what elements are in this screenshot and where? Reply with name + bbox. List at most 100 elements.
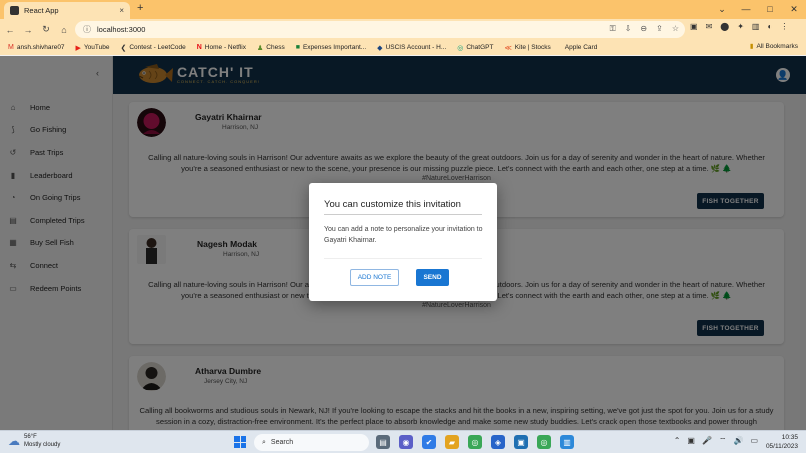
- taskbar-apps: ▤ ◉ ✔ ▰ ◎ ◈ ▣ ◎ ▥: [376, 435, 574, 449]
- system-tray: ⌃ ▣ 🎤 ⌔ 🔊 ▭: [674, 436, 758, 446]
- extension-icon[interactable]: ✉: [706, 22, 713, 31]
- weather-text: 56°F Mostly cloudy: [24, 433, 60, 449]
- onenote-icon[interactable]: ▣: [687, 436, 695, 446]
- battery-icon[interactable]: ▭: [750, 436, 758, 446]
- temperature: 56°F: [24, 434, 37, 440]
- tray-overflow-icon[interactable]: ⌃: [674, 436, 681, 446]
- bookmark-netflix[interactable]: N Home - Netflix: [197, 44, 246, 51]
- chrome-active-icon[interactable]: ◎: [537, 435, 551, 449]
- teams-chat-icon[interactable]: ◉: [399, 435, 413, 449]
- bookmark-label: ChatGPT: [466, 44, 494, 51]
- browser-tab-strip: React App × + ⌄ — □ ✕: [0, 0, 806, 19]
- bookmark-label: Contest - LeetCode: [129, 44, 186, 51]
- clock-time: 10:35: [781, 434, 798, 441]
- site-info-icon[interactable]: ⓘ: [83, 24, 91, 35]
- extension-icon[interactable]: ▣: [690, 22, 698, 31]
- window-controls: ⌄ — □ ✕: [710, 0, 806, 19]
- clock-date: 05/11/2023: [765, 443, 798, 450]
- chrome-menu-icon[interactable]: ⋮: [780, 22, 788, 31]
- bookmark-kite[interactable]: ≪ Kite | Stocks: [504, 44, 550, 52]
- todo-icon[interactable]: ✔: [422, 435, 436, 449]
- omnibox-icons: ⚿ ⇩ ⊖ ⇪ ☆: [610, 24, 679, 34]
- browser-tab[interactable]: React App ×: [4, 2, 130, 19]
- weather-widget[interactable]: ☁ 56°F Mostly cloudy: [8, 433, 60, 449]
- file-explorer-icon[interactable]: ▰: [445, 435, 459, 449]
- bookmarks-bar: Mansh.shivhare07 ▶ YouTube ❮ Contest - Lee…: [0, 40, 806, 55]
- search-placeholder: Search: [270, 439, 294, 446]
- side-panel-icon[interactable]: ▥: [752, 22, 760, 31]
- terminal-icon[interactable]: ▣: [514, 435, 528, 449]
- bookmark-chess[interactable]: ♟ Chess: [257, 44, 285, 52]
- chatgpt-icon: ◎: [457, 44, 464, 52]
- sheets-icon: ■: [295, 44, 300, 51]
- tab-search-icon[interactable]: ⌄: [710, 0, 734, 19]
- bookmark-chatgpt[interactable]: ◎ ChatGPT: [457, 44, 493, 52]
- url-text: localhost:3000: [97, 25, 146, 34]
- microphone-icon[interactable]: 🎤: [702, 436, 712, 446]
- taskbar-search-input[interactable]: ⌕ Search: [254, 434, 369, 451]
- kite-icon: ≪: [504, 44, 512, 52]
- chess-icon: ♟: [256, 44, 264, 52]
- send-button[interactable]: SEND: [416, 269, 449, 286]
- bookmark-label: Chess: [266, 44, 285, 51]
- password-key-icon[interactable]: ⚿: [610, 24, 616, 34]
- dialog-title: You can customize this invitation: [324, 199, 461, 210]
- bookmark-label: ansh.shivhare07: [16, 44, 65, 51]
- tab-title: React App: [24, 6, 59, 15]
- windows-taskbar: ☁ 56°F Mostly cloudy ⌕ Search ▤ ◉ ✔ ▰ ◎ …: [0, 430, 806, 453]
- bookmark-star-icon[interactable]: ☆: [672, 24, 679, 34]
- bookmark-leetcode[interactable]: ❮ Contest - LeetCode: [120, 44, 185, 52]
- task-view-icon[interactable]: ▤: [376, 435, 390, 449]
- bookmark-label: Home - Netflix: [204, 44, 246, 51]
- bookmark-label: Apple Card: [564, 44, 598, 51]
- notepad-icon[interactable]: ▥: [560, 435, 574, 449]
- bookmark-label: Expenses Important...: [302, 44, 367, 51]
- bookmark-label: Kite | Stocks: [514, 44, 551, 51]
- share-icon[interactable]: ⇪: [656, 24, 663, 34]
- react-favicon-icon: [10, 6, 19, 15]
- uscis-icon: ◆: [377, 44, 383, 52]
- volume-icon[interactable]: 🔊: [733, 436, 743, 446]
- close-tab-icon[interactable]: ×: [119, 6, 124, 15]
- dialog-message: You can add a note to personalize your i…: [324, 226, 483, 244]
- home-icon[interactable]: ⌂: [56, 25, 72, 35]
- all-bookmarks-button[interactable]: ▮ All Bookmarks: [749, 42, 798, 51]
- bookmark-youtube[interactable]: ▶ YouTube: [76, 44, 110, 52]
- vscode-icon[interactable]: ◈: [491, 435, 505, 449]
- add-note-button[interactable]: ADD NOTE: [350, 269, 399, 286]
- chrome-icon[interactable]: ◎: [468, 435, 482, 449]
- bookmark-label: USCIS Account - H...: [385, 44, 447, 51]
- weather-condition: Mostly cloudy: [24, 442, 61, 448]
- new-tab-button[interactable]: +: [137, 2, 143, 14]
- all-bookmarks-label: All Bookmarks: [756, 42, 798, 50]
- extension-icon[interactable]: ⬤: [720, 22, 729, 31]
- close-window-icon[interactable]: ✕: [782, 0, 806, 19]
- bookmark-apple-card[interactable]: Apple Card: [562, 44, 598, 51]
- extension-icons: ▣ ✉ ⬤ ✦ ▥ ◐ ⋮: [690, 22, 788, 31]
- bookmark-gmail[interactable]: Mansh.shivhare07: [8, 44, 65, 51]
- windows-start-icon[interactable]: [234, 436, 246, 448]
- dialog-divider: [324, 214, 482, 215]
- bookmark-uscis[interactable]: ◆ USCIS Account - H...: [377, 44, 446, 52]
- zoom-icon[interactable]: ⊖: [640, 24, 647, 34]
- wifi-icon[interactable]: ⌔: [719, 436, 727, 446]
- leetcode-icon: ❮: [120, 44, 127, 52]
- address-bar-row: ← → ↻ ⌂ ⓘ localhost:3000 ⚿ ⇩ ⊖ ⇪ ☆: [0, 19, 806, 40]
- minimize-icon[interactable]: —: [734, 0, 758, 19]
- install-app-icon[interactable]: ⇩: [625, 24, 632, 34]
- back-icon[interactable]: ←: [2, 25, 18, 35]
- netflix-icon: N: [196, 44, 202, 51]
- gmail-icon: M: [8, 44, 14, 51]
- system-clock[interactable]: 10:35 05/11/2023: [766, 433, 798, 451]
- cloud-icon: ☁: [8, 434, 20, 448]
- bookmark-expenses[interactable]: ■ Expenses Important...: [296, 44, 366, 51]
- bookmark-label: YouTube: [83, 44, 110, 51]
- reload-icon[interactable]: ↻: [38, 24, 54, 35]
- forward-icon[interactable]: →: [20, 25, 36, 35]
- extensions-puzzle-icon[interactable]: ✦: [737, 22, 744, 31]
- folder-icon: ▮: [749, 43, 754, 50]
- youtube-icon: ▶: [75, 44, 81, 52]
- maximize-icon[interactable]: □: [758, 0, 782, 19]
- url-input[interactable]: ⓘ localhost:3000 ⚿ ⇩ ⊖ ⇪ ☆: [75, 21, 685, 38]
- profile-icon[interactable]: ◐: [767, 22, 772, 31]
